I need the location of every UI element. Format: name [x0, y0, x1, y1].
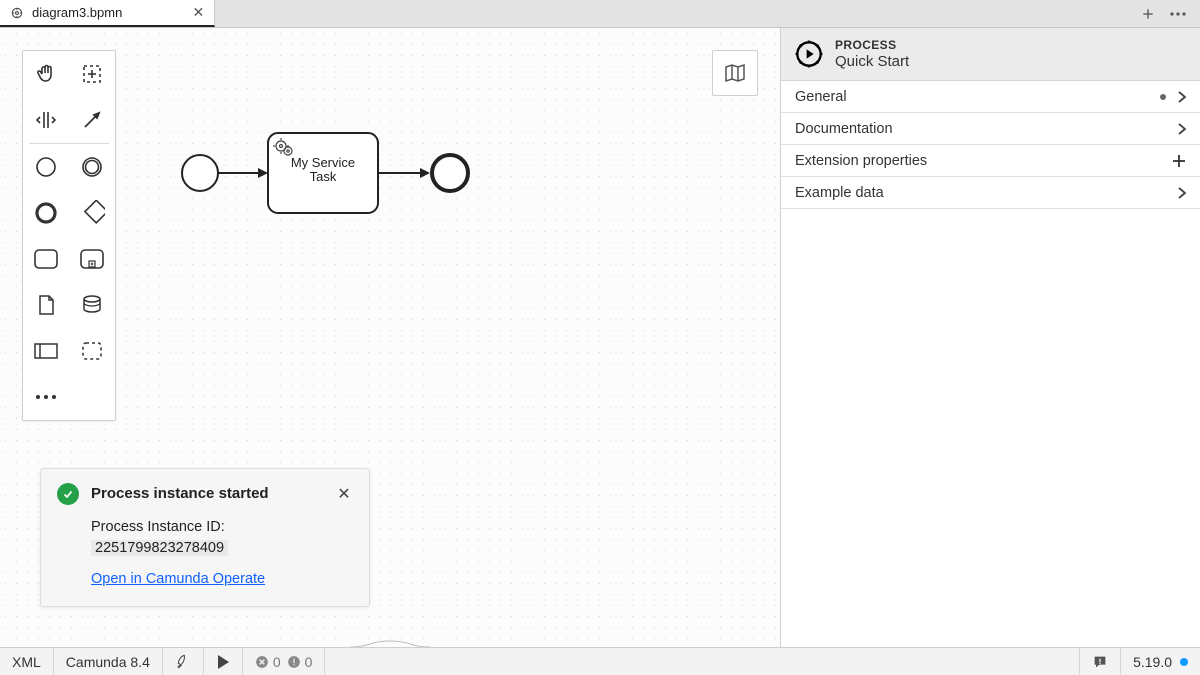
status-bar: XML Camunda 8.4 0 0 5.19.0 — [0, 647, 1200, 675]
hand-tool[interactable] — [23, 51, 69, 97]
end-event[interactable] — [432, 155, 468, 191]
deploy-button[interactable] — [163, 648, 204, 675]
create-gateway[interactable] — [69, 190, 115, 236]
element-name-label: Quick Start — [835, 53, 909, 70]
process-icon — [795, 40, 823, 68]
bpmn-diagram: My Service Task — [160, 123, 500, 226]
toast-close-button[interactable]: ✕ — [335, 485, 353, 503]
create-data-object[interactable] — [23, 282, 69, 328]
new-tab-button[interactable] — [1138, 4, 1158, 24]
toast-title: Process instance started — [91, 485, 269, 502]
process-instance-id: 2251799823278409 — [91, 540, 228, 556]
lasso-tool[interactable] — [69, 51, 115, 97]
sequence-flow-1[interactable] — [218, 168, 268, 178]
play-icon — [216, 654, 230, 670]
update-dot-icon — [1180, 658, 1188, 666]
section-documentation[interactable]: Documentation — [781, 113, 1200, 145]
create-start-event[interactable] — [23, 144, 69, 190]
run-button[interactable] — [204, 648, 243, 675]
add-icon[interactable] — [1172, 154, 1186, 168]
warning-icon — [287, 655, 301, 669]
error-icon — [255, 655, 269, 669]
chevron-right-icon — [1178, 123, 1186, 135]
properties-header: PROCESS Quick Start — [781, 28, 1200, 81]
feedback-icon — [1092, 654, 1108, 670]
open-operate-link[interactable]: Open in Camunda Operate — [91, 569, 265, 590]
diagram-canvas[interactable]: My Service Task Process ins — [0, 28, 780, 647]
modified-dot-icon — [1160, 94, 1166, 100]
global-connect-tool[interactable] — [69, 97, 115, 143]
create-group[interactable] — [69, 328, 115, 374]
panel-resize-handle[interactable] — [350, 639, 430, 645]
svg-text:My Service: My Service — [291, 155, 355, 170]
toast-id-label: Process Instance ID: — [91, 519, 225, 535]
tool-palette — [22, 50, 116, 421]
problems-indicator[interactable]: 0 0 — [243, 648, 326, 675]
tab-bar: diagram3.bpmn ✕ — [0, 0, 1200, 28]
bpmn-file-icon — [10, 6, 24, 20]
tab-label: diagram3.bpmn — [32, 5, 122, 20]
space-tool[interactable] — [23, 97, 69, 143]
engine-selector[interactable]: Camunda 8.4 — [54, 648, 163, 675]
service-task[interactable]: My Service Task — [268, 133, 378, 213]
create-data-store[interactable] — [69, 282, 115, 328]
rocket-icon — [175, 654, 191, 670]
section-extension-properties[interactable]: Extension properties — [781, 145, 1200, 177]
svg-text:Task: Task — [310, 169, 337, 184]
start-event[interactable] — [182, 155, 218, 191]
properties-panel: PROCESS Quick Start General Documentatio… — [780, 28, 1200, 647]
notification-toast: Process instance started ✕ Process Insta… — [40, 468, 370, 607]
chevron-right-icon — [1178, 91, 1186, 103]
minimap-toggle[interactable] — [712, 50, 758, 96]
create-participant[interactable] — [23, 328, 69, 374]
chevron-right-icon — [1178, 187, 1186, 199]
view-xml-button[interactable]: XML — [0, 648, 54, 675]
tab-close-button[interactable]: ✕ — [190, 5, 206, 21]
create-task[interactable] — [23, 236, 69, 282]
section-general[interactable]: General — [781, 81, 1200, 113]
success-icon — [57, 483, 79, 505]
tab-diagram[interactable]: diagram3.bpmn ✕ — [0, 0, 215, 27]
feedback-button[interactable] — [1079, 648, 1121, 675]
section-example-data[interactable]: Example data — [781, 177, 1200, 209]
palette-more[interactable] — [23, 374, 69, 420]
create-subprocess[interactable] — [69, 236, 115, 282]
version-indicator[interactable]: 5.19.0 — [1121, 648, 1200, 675]
sequence-flow-2[interactable] — [378, 168, 430, 178]
create-end-event[interactable] — [23, 190, 69, 236]
create-intermediate-event[interactable] — [69, 144, 115, 190]
tab-overflow-button[interactable] — [1168, 4, 1188, 24]
element-type-label: PROCESS — [835, 38, 909, 52]
